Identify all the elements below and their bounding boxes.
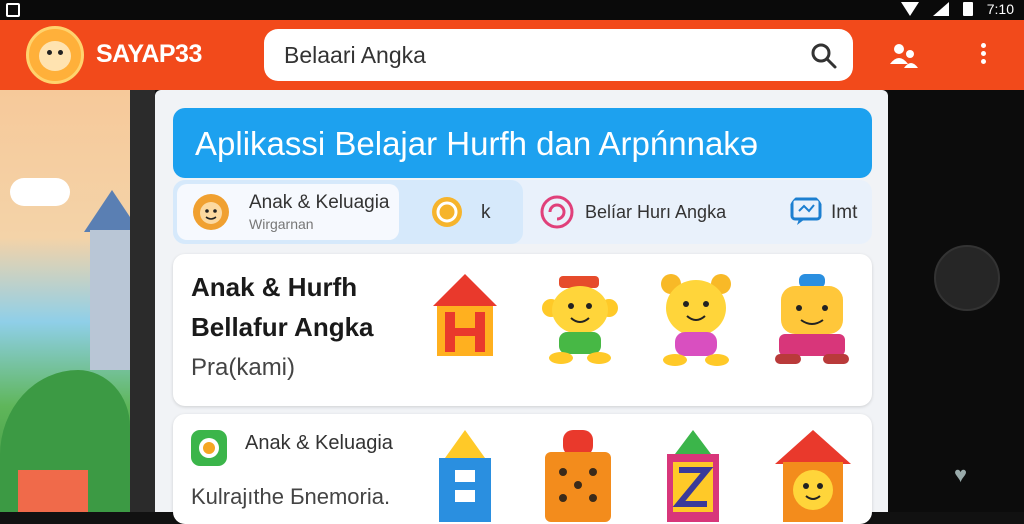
card-subtitle: Kulrajıthe Ƃnemoria.	[191, 484, 391, 509]
card-subtitle: Pra(kami)	[191, 354, 296, 381]
background-scenery	[0, 90, 155, 512]
card-label: Anak & Keluagia	[245, 432, 393, 454]
coin-icon	[432, 197, 462, 227]
tab-sublabel: Wirgarnan	[249, 216, 314, 232]
lesson-card-keluarga[interactable]: Anak & Keluagia Kulrajıthe Ƃnemoria.	[173, 414, 872, 524]
brand-name: SAYAP33	[96, 40, 202, 68]
heart-icon[interactable]: ♥	[954, 462, 967, 488]
logo-face-icon	[39, 41, 71, 71]
letter-z-block-icon	[667, 430, 719, 522]
yellow-bear-icon	[661, 274, 731, 366]
banner-title: Aplikassi Belajar Hurfh dan Arpńnnakə	[195, 125, 759, 162]
battery-icon	[962, 2, 973, 16]
notification-icon	[6, 3, 20, 17]
title-banner: Aplikassi Belajar Hurfh dan Arpńnnakə	[173, 108, 872, 178]
people-icon[interactable]	[888, 40, 920, 70]
search-input[interactable]	[284, 37, 784, 73]
signal-icon	[932, 2, 949, 16]
status-bar: 7:10	[0, 0, 1024, 20]
device-side: ♥	[888, 90, 1024, 512]
search-bar[interactable]	[264, 29, 853, 81]
card-title-line1: Anak & Hurfh	[191, 272, 358, 302]
main-screen: Aplikassi Belajar Hurfh dan Arpńnnakə An…	[155, 90, 888, 524]
wifi-icon	[900, 2, 919, 16]
orange-dice-block-icon	[545, 430, 611, 522]
round-button[interactable]	[934, 245, 1000, 311]
card-title-line2: Bellafur Angka	[191, 312, 374, 342]
app-bar: SAYAP33	[0, 20, 1024, 90]
lesson-card-hurf-angka[interactable]: Anak & Hurfh Bellafur Angka Pra(kami)	[173, 254, 872, 406]
lion-icon	[193, 194, 229, 230]
tab-label: Imt	[831, 202, 858, 223]
app-badge-icon	[191, 430, 227, 466]
blue-block-tower-icon	[439, 430, 491, 522]
search-icon[interactable]	[809, 41, 839, 71]
chat-icon	[790, 197, 822, 225]
more-vert-icon[interactable]	[974, 40, 992, 70]
tab-chat[interactable]: Imt	[785, 180, 872, 244]
orange-robot-icon	[775, 274, 849, 364]
tab-belajar-angka[interactable]: Belíar Hurı Angka	[533, 180, 763, 244]
tab-label: k	[481, 202, 491, 223]
tab-coin[interactable]: k	[425, 180, 515, 244]
refresh-circle-icon	[540, 195, 574, 229]
app-logo[interactable]	[26, 26, 84, 84]
house-face-icon	[775, 430, 851, 522]
house-letter-h-icon	[433, 274, 497, 356]
tab-label: Anak & Keluagia	[249, 192, 390, 213]
tab-label: Belíar Hurı Angka	[585, 202, 727, 222]
category-tabs: Anak & Keluagia Wirgarnan k Belíar Hurı …	[173, 180, 872, 244]
status-time: 7:10	[986, 1, 1014, 17]
yellow-monkey-icon	[542, 276, 618, 364]
